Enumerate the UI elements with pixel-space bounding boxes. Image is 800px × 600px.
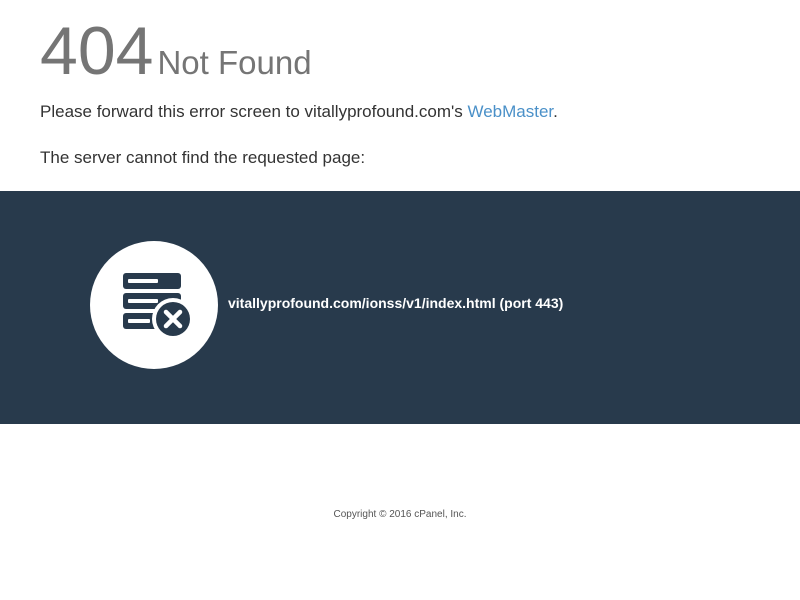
server-error-icon bbox=[123, 273, 194, 340]
request-info-band: vitallyprofound.com/ionss/v1/index.html … bbox=[0, 191, 800, 424]
forward-message: Please forward this error screen to vita… bbox=[40, 102, 558, 122]
requested-url: vitallyprofound.com/ionss/v1/index.html … bbox=[228, 295, 563, 311]
error-code: 404 bbox=[40, 13, 154, 89]
page-title: 404 Not Found bbox=[40, 12, 312, 90]
requested-port: (port 443) bbox=[499, 295, 564, 311]
forward-message-prefix: Please forward this error screen to vita… bbox=[40, 102, 468, 121]
error-status: Not Found bbox=[157, 44, 312, 81]
error-header: 404 Not Found Please forward this error s… bbox=[0, 0, 800, 190]
requested-url-path: vitallyprofound.com/ionss/v1/index.html bbox=[228, 295, 496, 311]
webmaster-link[interactable]: WebMaster bbox=[467, 102, 553, 121]
server-icon-badge bbox=[90, 241, 218, 369]
forward-message-suffix: . bbox=[553, 102, 558, 121]
server-message: The server cannot find the requested pag… bbox=[40, 148, 366, 167]
copyright-footer: Copyright © 2016 cPanel, Inc. bbox=[333, 509, 467, 520]
